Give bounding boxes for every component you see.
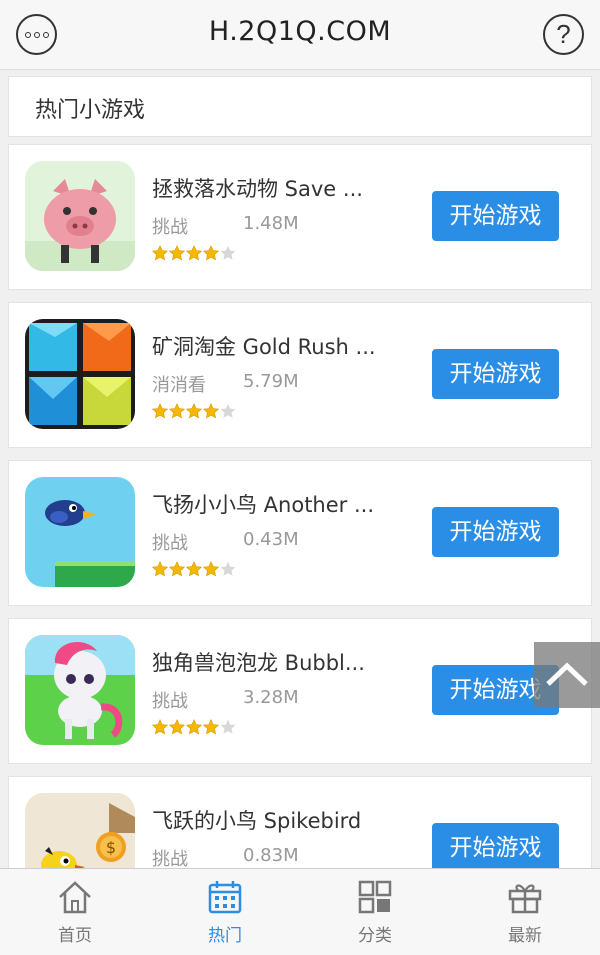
tab-label: 首页 [58, 926, 92, 946]
star-empty-icon [220, 403, 236, 418]
game-size: 5.79M [243, 371, 299, 392]
game-size: 3.28M [243, 687, 299, 708]
chevron-up-icon [546, 662, 588, 686]
top-bar: H.2Q1Q.COM ? [0, 0, 600, 70]
star-empty-icon [220, 245, 236, 260]
game-size: 1.48M [243, 213, 299, 234]
game-category: 挑战 [152, 217, 188, 238]
tab-home[interactable]: 首页 [0, 869, 150, 955]
grid-icon [358, 880, 392, 914]
bottom-tab-bar: 首页 热门 分类 最新 [0, 868, 600, 955]
tab-label: 分类 [358, 926, 392, 946]
back-to-top-button[interactable] [534, 642, 600, 708]
game-title[interactable]: 矿洞淘金 Gold Rush ... [152, 331, 376, 361]
star-filled-icon [186, 719, 202, 735]
calendar-icon [208, 881, 242, 914]
star-filled-icon [203, 561, 219, 577]
game-list: 拯救落水动物 Save ... 挑战 1.48M 开始游戏 矿洞淘金 Gold … [8, 144, 592, 934]
section-title: 热门小游戏 [35, 98, 146, 123]
tab-label: 最新 [508, 926, 542, 946]
tab-category[interactable]: 分类 [300, 869, 450, 955]
game-thumbnail-gems[interactable] [25, 319, 135, 429]
star-filled-icon [203, 719, 219, 735]
section-header: 热门小游戏 [8, 76, 592, 137]
game-thumbnail-pig[interactable] [25, 161, 135, 271]
help-icon[interactable]: ? [543, 14, 584, 55]
star-filled-icon [152, 719, 168, 735]
game-size: 0.43M [243, 529, 299, 550]
star-filled-icon [203, 403, 219, 419]
star-filled-icon [169, 245, 185, 261]
game-title[interactable]: 飞扬小小鸟 Another ... [152, 489, 374, 519]
game-card[interactable]: 独角兽泡泡龙 Bubbl... 挑战 3.28M 开始游戏 [8, 618, 592, 764]
game-card[interactable]: 矿洞淘金 Gold Rush ... 消消看 5.79M 开始游戏 [8, 302, 592, 448]
star-filled-icon [169, 719, 185, 735]
gift-icon [508, 884, 542, 914]
game-size: 0.83M [243, 845, 299, 866]
game-title[interactable]: 飞跃的小鸟 Spikebird [152, 805, 361, 835]
star-filled-icon [152, 561, 168, 577]
start-game-button[interactable]: 开始游戏 [432, 349, 559, 399]
star-filled-icon [186, 403, 202, 419]
tab-label: 热门 [208, 926, 242, 946]
start-game-button[interactable]: 开始游戏 [432, 191, 559, 241]
star-filled-icon [186, 561, 202, 577]
svg-text:$: $ [106, 838, 116, 857]
site-title: H.2Q1Q.COM [208, 16, 392, 47]
start-game-button[interactable]: 开始游戏 [432, 507, 559, 557]
game-card[interactable]: 拯救落水动物 Save ... 挑战 1.48M 开始游戏 [8, 144, 592, 290]
star-empty-icon [220, 561, 236, 576]
star-filled-icon [152, 403, 168, 419]
game-category: 挑战 [152, 691, 188, 712]
game-thumbnail-bird[interactable] [25, 477, 135, 587]
rating-stars [152, 403, 237, 419]
game-thumbnail-unicorn[interactable] [25, 635, 135, 745]
star-filled-icon [152, 245, 168, 261]
rating-stars [152, 245, 237, 261]
game-title[interactable]: 拯救落水动物 Save ... [152, 173, 363, 203]
rating-stars [152, 719, 237, 735]
star-filled-icon [203, 245, 219, 261]
tab-newest[interactable]: 最新 [450, 869, 600, 955]
star-filled-icon [169, 561, 185, 577]
star-filled-icon [169, 403, 185, 419]
star-filled-icon [186, 245, 202, 261]
tab-hot[interactable]: 热门 [150, 869, 300, 955]
game-category: 消消看 [152, 375, 206, 396]
star-empty-icon [220, 719, 236, 734]
game-card[interactable]: 飞扬小小鸟 Another ... 挑战 0.43M 开始游戏 [8, 460, 592, 606]
game-category: 挑战 [152, 533, 188, 554]
game-title[interactable]: 独角兽泡泡龙 Bubbl... [152, 647, 365, 677]
start-game-button[interactable]: 开始游戏 [432, 823, 559, 873]
home-icon [59, 881, 91, 914]
rating-stars [152, 561, 237, 577]
